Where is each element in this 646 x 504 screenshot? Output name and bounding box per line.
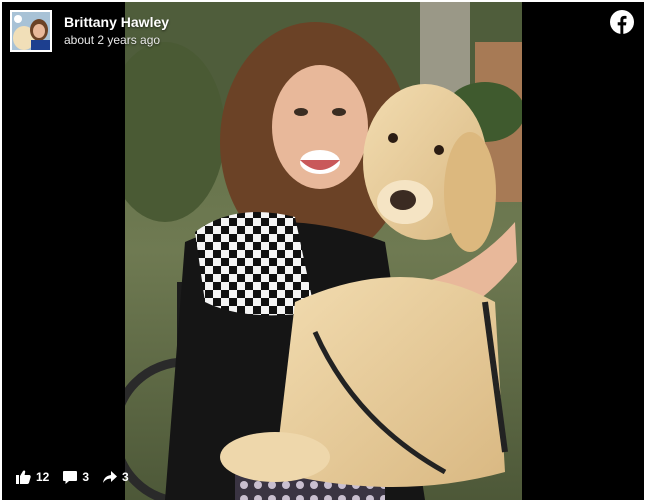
share-count: 3 <box>122 470 129 484</box>
post-header: Brittany Hawley about 2 years ago <box>10 10 169 52</box>
author-name[interactable]: Brittany Hawley <box>64 14 169 31</box>
comment-icon <box>63 470 78 484</box>
comment-stat[interactable]: 3 <box>63 470 89 484</box>
facebook-icon[interactable] <box>610 10 634 34</box>
share-stat[interactable]: 3 <box>103 470 129 484</box>
post-timestamp[interactable]: about 2 years ago <box>64 32 169 48</box>
post-stats: 12 3 3 <box>16 470 143 484</box>
like-stat[interactable]: 12 <box>16 470 49 484</box>
avatar-image <box>12 12 50 50</box>
avatar[interactable] <box>10 10 52 52</box>
like-count: 12 <box>36 470 50 484</box>
thumbs-up-icon <box>16 470 31 484</box>
post-card: Brittany Hawley about 2 years ago 12 3 3 <box>2 2 644 500</box>
photo-illustration <box>125 2 522 500</box>
share-arrow-icon <box>103 471 118 483</box>
comment-count: 3 <box>82 470 90 484</box>
post-photo[interactable] <box>125 2 522 500</box>
